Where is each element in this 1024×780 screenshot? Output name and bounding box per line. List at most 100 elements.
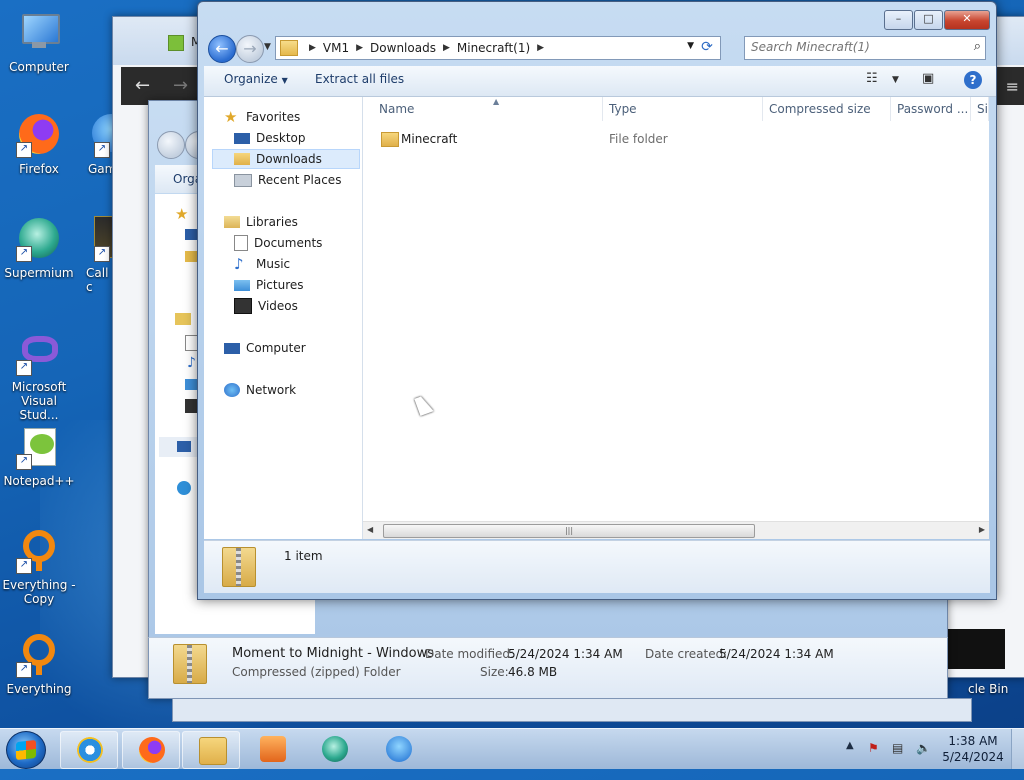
desktop-icon-supermium[interactable]: ↗ Supermium: [1, 216, 77, 280]
breadcrumb-vm1[interactable]: VM1: [323, 41, 349, 55]
column-header-type[interactable]: Type: [603, 97, 763, 121]
sort-ascending-icon: ▲: [493, 97, 500, 106]
shortcut-arrow-icon: ↗: [94, 142, 110, 158]
search-icon[interactable]: ⌕: [974, 39, 981, 54]
back-button-icon[interactable]: [157, 131, 185, 159]
libraries-icon: [175, 313, 191, 325]
nav-libraries[interactable]: Libraries: [224, 212, 298, 232]
address-bar[interactable]: ▶ VM1 ▶ Downloads ▶ Minecraft(1) ▶ ▼ ⟳: [275, 36, 721, 60]
help-icon[interactable]: ?: [964, 71, 982, 89]
desktop-icon-label: cle Bin: [968, 682, 1009, 696]
chevron-right-icon[interactable]: ▶: [537, 43, 544, 53]
scrollbar-thumb[interactable]: |||: [383, 524, 755, 538]
volume-muted-icon[interactable]: 🔈: [916, 741, 931, 755]
file-list[interactable]: Name ▲ Type Compressed size Password ...…: [363, 97, 989, 539]
taskbar-explorer[interactable]: [182, 731, 240, 769]
desktop-icon-recycle-bin[interactable]: cle Bin: [968, 682, 1024, 696]
everything-icon: ↗: [16, 528, 62, 574]
folder-icon: [280, 40, 298, 56]
size-value: 46.8 MB: [508, 665, 558, 679]
horizontal-scrollbar[interactable]: ◀ ||| ▶: [363, 521, 989, 539]
desktop-icon-call-of-duty[interactable]: ↗ Call c: [78, 216, 116, 294]
taskbar-firefox[interactable]: [122, 731, 180, 769]
chevron-right-icon[interactable]: ▶: [309, 43, 316, 53]
music-icon: ♪: [234, 255, 244, 273]
maximize-button[interactable]: □: [914, 10, 943, 30]
desktop-icon-everything[interactable]: ↗ Everything: [1, 632, 77, 696]
breadcrumb-downloads[interactable]: Downloads: [370, 41, 436, 55]
preview-pane-icon[interactable]: ▣: [922, 71, 934, 86]
network-icon: [224, 383, 240, 397]
menu-icon[interactable]: ≡: [1006, 77, 1019, 96]
close-button[interactable]: ✕: [944, 10, 990, 30]
desktop-icon-everything-copy[interactable]: ↗ Everything - Copy: [1, 528, 77, 606]
action-center-icon[interactable]: ⚑: [868, 741, 882, 755]
desktop-icon-game[interactable]: ↗ Gam: [76, 112, 116, 176]
view-options-icon[interactable]: ☷: [866, 71, 878, 86]
downloads-folder-icon: [234, 153, 250, 165]
back-arrow-icon[interactable]: ←: [135, 75, 150, 96]
shortcut-arrow-icon: ↗: [16, 360, 32, 376]
breadcrumb-minecraft[interactable]: Minecraft(1): [457, 41, 530, 55]
explorer-window[interactable]: – □ ✕ ← → ▼ ▶ VM1 ▶ Downloads ▶ Minecraf…: [197, 1, 997, 600]
desktop-icon-visual-studio[interactable]: ↗ Microsoft Visual Stud...: [1, 330, 77, 422]
forward-button[interactable]: →: [236, 35, 264, 63]
refresh-icon[interactable]: ⟳: [698, 38, 716, 56]
clock[interactable]: 1:38 AM 5/24/2024: [936, 733, 1010, 765]
shortcut-arrow-icon: ↗: [16, 142, 32, 158]
taskbar-media-player[interactable]: [244, 731, 300, 767]
desktop-icon-firefox[interactable]: ↗ Firefox: [1, 112, 77, 176]
nav-music[interactable]: ♪ Music: [234, 254, 290, 274]
zip-folder-icon: [222, 547, 256, 587]
computer-icon: [224, 342, 240, 354]
everything-icon: ↗: [16, 632, 62, 678]
nav-label: Recent Places: [258, 173, 342, 187]
back-button[interactable]: ←: [208, 35, 236, 63]
nav-desktop[interactable]: Desktop: [234, 128, 306, 148]
forward-arrow-icon[interactable]: →: [173, 75, 188, 96]
nav-label: Videos: [258, 299, 298, 313]
nav-videos[interactable]: Videos: [234, 296, 298, 316]
taskbar: ▲ ⚑ ▤ 🔈 1:38 AM 5/24/2024: [0, 728, 1024, 769]
network-tray-icon[interactable]: ▤: [892, 741, 906, 755]
column-header-name[interactable]: Name ▲: [373, 97, 603, 121]
desktop-icon-label: Gam: [88, 162, 116, 176]
nav-network[interactable]: Network: [224, 380, 296, 400]
organize-button[interactable]: Organize ▼: [224, 72, 288, 86]
recent-pages-dropdown-icon[interactable]: ▼: [264, 42, 271, 52]
address-dropdown-icon[interactable]: ▼: [687, 41, 694, 51]
nav-favorites[interactable]: ★ Favorites: [224, 107, 300, 127]
show-hidden-icons-arrow-icon[interactable]: ▲: [846, 740, 854, 751]
nav-downloads[interactable]: Downloads: [212, 149, 360, 169]
desktop-icon-notepad-plus-plus[interactable]: ↗ Notepad++: [1, 424, 77, 488]
folder-icon: [381, 132, 399, 147]
nav-documents[interactable]: Documents: [234, 233, 322, 253]
chevron-right-icon[interactable]: ▶: [356, 43, 363, 53]
firefox-icon: ↗: [16, 112, 62, 158]
scroll-right-icon[interactable]: ▶: [979, 525, 985, 534]
taskbar-app-extra[interactable]: [370, 731, 426, 767]
start-button[interactable]: [6, 731, 46, 769]
nav-recent-places[interactable]: Recent Places: [234, 170, 341, 190]
item-name: Minecraft: [401, 132, 458, 146]
show-desktop-button[interactable]: [1011, 729, 1024, 769]
taskbar-supermium[interactable]: [306, 731, 362, 767]
taskbar-ie[interactable]: [60, 731, 118, 769]
search-input[interactable]: [745, 37, 957, 57]
minimize-button[interactable]: –: [884, 10, 913, 30]
file-explorer-icon: [199, 737, 227, 765]
nav-computer[interactable]: Computer: [224, 338, 306, 358]
view-dropdown-icon[interactable]: ▼: [892, 75, 899, 85]
column-header-password[interactable]: Password ...: [891, 97, 971, 121]
search-box[interactable]: ⌕: [744, 36, 986, 60]
nav-pictures[interactable]: Pictures: [234, 275, 304, 295]
column-header-size[interactable]: Si: [971, 97, 989, 121]
shortcut-arrow-icon: ↗: [16, 246, 32, 262]
favorites-star-icon: ★: [175, 205, 189, 223]
desktop-icon-computer[interactable]: Computer: [1, 10, 77, 74]
extract-all-button[interactable]: Extract all files: [315, 72, 404, 86]
chevron-right-icon[interactable]: ▶: [443, 43, 450, 53]
column-header-compressed-size[interactable]: Compressed size: [763, 97, 891, 121]
item-type: File folder: [609, 132, 668, 146]
scroll-left-icon[interactable]: ◀: [367, 525, 373, 534]
